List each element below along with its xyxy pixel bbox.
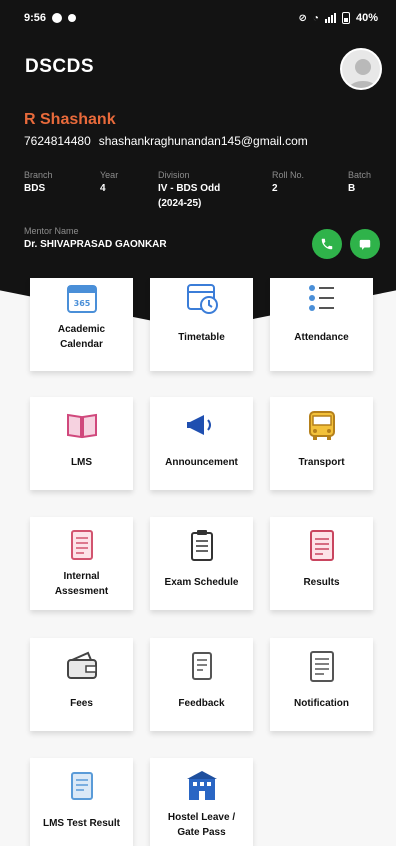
megaphone-icon: [184, 407, 220, 443]
student-name: R Shashank: [24, 111, 116, 128]
calendar-icon: 365: [64, 280, 100, 316]
timetable-icon: [184, 280, 220, 316]
calendar-icon-text: 365: [73, 299, 90, 308]
clipboard-icon: [184, 527, 220, 563]
student-phone: 7624814480: [24, 134, 91, 148]
tile-transport[interactable]: Transport: [270, 397, 373, 490]
bus-icon: [304, 407, 340, 443]
tile-fees[interactable]: Fees: [30, 638, 133, 731]
tile-label: Exam Schedule: [164, 577, 239, 588]
assessment-icon: [64, 527, 100, 563]
contact-line: 7624814480 shashankraghunandan145@gmail.…: [24, 134, 308, 148]
student-email: shashankraghunandan145@gmail.com: [98, 134, 308, 148]
signal-icon: [324, 13, 336, 23]
book-icon: [64, 407, 100, 443]
roll-label: Roll No.: [272, 170, 305, 180]
tile-attendance[interactable]: Attendance: [270, 278, 373, 371]
app-notification-icon: [68, 14, 77, 22]
division-value-line1: IV - BDS Odd: [158, 183, 221, 194]
tile-label: Transport: [298, 457, 345, 468]
feedback-icon: [184, 648, 220, 684]
notification-dot-icon: [52, 13, 63, 23]
mentor-label: Mentor Name: [24, 226, 79, 236]
chat-icon: [359, 239, 371, 250]
mentor-name: Dr. SHIVAPRASAD GAONKAR: [24, 239, 167, 250]
tile-timetable[interactable]: Timetable: [150, 278, 253, 371]
battery-level: 40%: [355, 12, 378, 24]
branch-label: Branch: [24, 170, 53, 180]
tile-lms-test-result[interactable]: LMS Test Result: [30, 758, 133, 846]
tile-label: Attendance: [294, 332, 349, 343]
wallet-icon: [64, 648, 100, 684]
branch-value: BDS: [24, 183, 46, 194]
tile-lms[interactable]: LMS: [30, 397, 133, 490]
tile-academic-calendar[interactable]: 365 Academic Calendar: [30, 278, 133, 371]
call-mentor-button[interactable]: [312, 229, 342, 259]
status-bar: 9:56 ⊘ ◔ 40%: [24, 10, 378, 26]
tile-announcement[interactable]: Announcement: [150, 397, 253, 490]
tile-results[interactable]: Results: [270, 517, 373, 610]
roll-value: 2: [272, 183, 278, 194]
notification-icon: [304, 648, 340, 684]
tile-feedback[interactable]: Feedback: [150, 638, 253, 731]
wifi-icon: ◔: [312, 12, 319, 24]
tile-label: LMS: [70, 457, 93, 468]
division-value-line2: (2024-25): [158, 198, 202, 209]
battery-icon: [341, 12, 350, 24]
phone-icon: [321, 238, 333, 250]
status-time: 9:56: [24, 12, 47, 24]
mute-icon: ⊘: [298, 12, 307, 24]
year-label: Year: [100, 170, 119, 180]
tile-label: LMS Test Result: [42, 818, 121, 829]
year-value: 4: [100, 183, 106, 194]
tile-hostel-leave[interactable]: Hostel Leave / Gate Pass: [150, 758, 253, 846]
message-mentor-button[interactable]: [350, 229, 380, 259]
batch-value: B: [348, 183, 356, 194]
tile-label: Internal Assesment: [54, 571, 109, 597]
tile-label: Results: [303, 577, 340, 588]
tile-label: Timetable: [178, 332, 225, 343]
tile-label: Feedback: [178, 698, 225, 709]
hostel-icon: [184, 768, 220, 804]
tile-exam-schedule[interactable]: Exam Schedule: [150, 517, 253, 610]
attendance-icon: [304, 280, 340, 316]
test-result-icon: [64, 768, 100, 804]
tile-label: Academic Calendar: [57, 324, 106, 350]
app-title: DSCDS: [25, 56, 95, 77]
tile-label: Notification: [294, 698, 349, 709]
tile-internal-assessment[interactable]: Internal Assesment: [30, 517, 133, 610]
tile-label: Hostel Leave / Gate Pass: [167, 812, 236, 838]
avatar[interactable]: [340, 48, 382, 90]
results-icon: [304, 527, 340, 563]
batch-label: Batch: [348, 170, 372, 180]
division-label: Division: [158, 170, 190, 180]
tile-label: Announcement: [165, 457, 238, 468]
tile-label: Fees: [70, 698, 93, 709]
tile-notification[interactable]: Notification: [270, 638, 373, 731]
